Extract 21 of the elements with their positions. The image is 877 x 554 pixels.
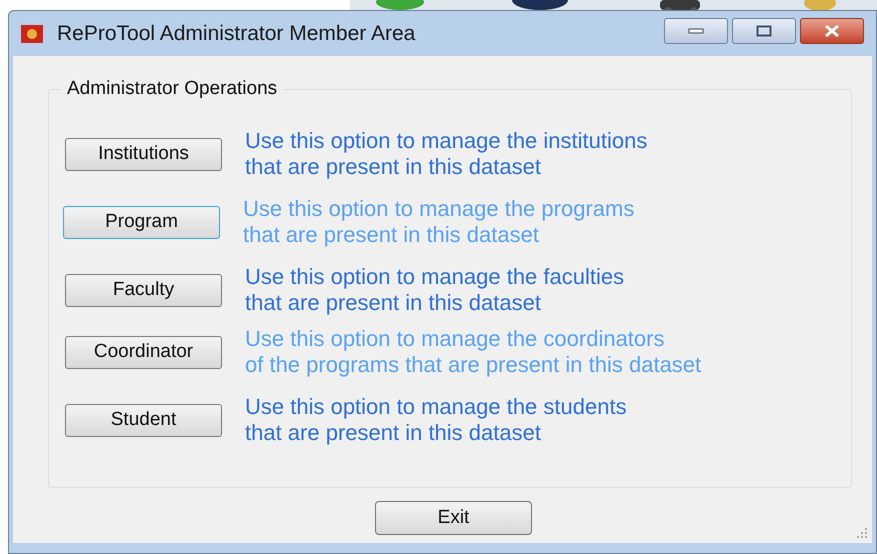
maximize-button[interactable] xyxy=(732,18,796,44)
minimize-icon xyxy=(688,28,704,34)
close-button[interactable] xyxy=(800,18,864,44)
option-button[interactable]: Faculty xyxy=(65,274,222,306)
option-button[interactable]: Program xyxy=(63,206,220,238)
resize-grip-icon xyxy=(856,527,868,539)
option-description: Use this option to manage the programs that are present in this dataset xyxy=(243,196,634,248)
option-button[interactable]: Coordinator xyxy=(65,336,222,368)
option-description: Use this option to manage the coordinators of the programs that are present in this dataset xyxy=(245,326,702,378)
option-description: Use this option to manage the students that are present in this dataset xyxy=(245,394,627,446)
close-icon xyxy=(824,24,840,36)
app-icon xyxy=(21,24,43,42)
option-button[interactable]: Institutions xyxy=(65,138,222,170)
maximize-icon xyxy=(756,24,772,36)
exit-button[interactable]: Exit xyxy=(375,501,532,535)
option-button[interactable]: Student xyxy=(65,404,222,436)
window-title: ReProTool Administrator Member Area xyxy=(57,20,416,47)
minimize-button[interactable] xyxy=(664,18,728,44)
option-description: Use this option to manage the faculties that are present in this dataset xyxy=(245,264,624,316)
option-description: Use this option to manage the institutions that are present in this dataset xyxy=(245,128,648,180)
group-title: Administrator Operations xyxy=(61,78,284,100)
